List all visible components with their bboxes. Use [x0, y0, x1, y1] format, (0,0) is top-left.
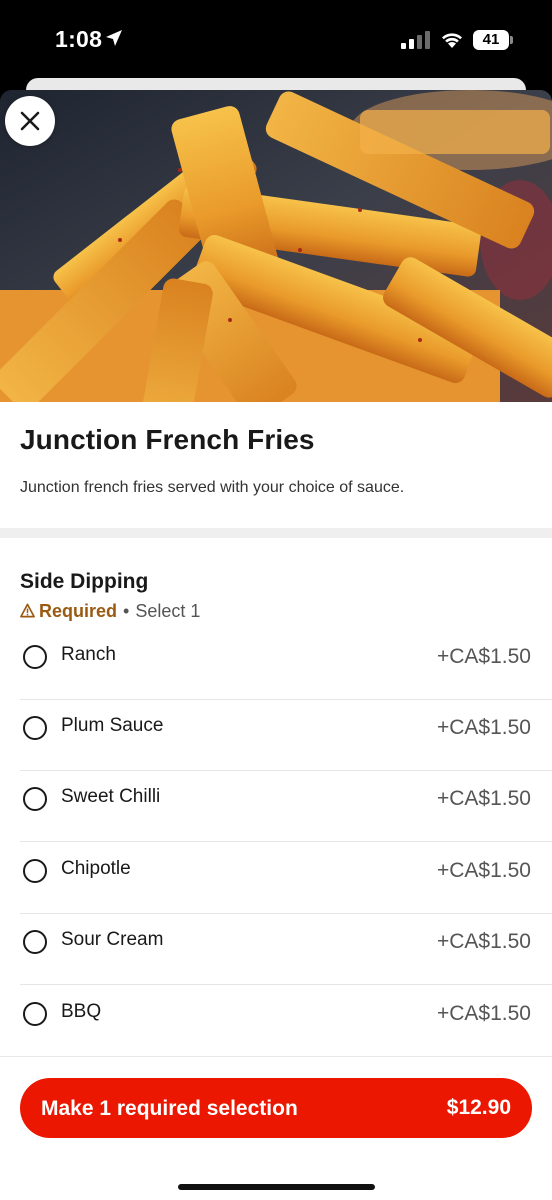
required-badge: Required — [39, 601, 118, 621]
option-row-ranch[interactable]: Ranch +CA$1.50 — [0, 629, 552, 700]
footer-bar: Make 1 required selection $12.90 — [0, 1056, 552, 1200]
row-divider — [20, 841, 552, 842]
cta-label: Make 1 required selection — [41, 1097, 298, 1120]
option-price: +CA$1.50 — [437, 716, 531, 739]
section-divider — [0, 528, 552, 538]
home-indicator[interactable] — [178, 1184, 375, 1190]
option-group-meta: Required • Select 1 — [20, 601, 200, 622]
add-to-cart-button[interactable]: Make 1 required selection $12.90 — [20, 1078, 532, 1138]
radio-button[interactable] — [23, 930, 47, 954]
option-label: BBQ — [61, 1001, 102, 1022]
item-title: Junction French Fries — [20, 424, 315, 455]
status-bar: 1:08 41 — [0, 0, 552, 80]
option-label: Chipotle — [61, 858, 131, 879]
wifi-icon — [442, 33, 462, 48]
radio-button[interactable] — [23, 716, 47, 740]
warning-icon — [20, 603, 35, 618]
option-price: +CA$1.50 — [437, 787, 531, 810]
radio-button[interactable] — [23, 645, 47, 669]
option-row-bbq[interactable]: BBQ +CA$1.50 — [0, 986, 552, 1057]
item-photo — [0, 90, 552, 402]
option-price: +CA$1.50 — [437, 1002, 531, 1025]
cellular-signal-icon — [401, 31, 430, 49]
close-button[interactable] — [5, 96, 55, 146]
option-row-sweet-chilli[interactable]: Sweet Chilli +CA$1.50 — [0, 771, 552, 842]
option-label: Sour Cream — [61, 929, 164, 950]
select-hint: Select 1 — [135, 601, 201, 621]
option-row-chipotle[interactable]: Chipotle +CA$1.50 — [0, 843, 552, 914]
option-price: +CA$1.50 — [437, 930, 531, 953]
option-group-title: Side Dipping — [20, 570, 149, 593]
meta-separator: • — [123, 601, 130, 621]
battery-level: 41 — [482, 31, 500, 48]
location-arrow-icon — [106, 30, 122, 46]
radio-button[interactable] — [23, 1002, 47, 1026]
status-time: 1:08 — [55, 26, 103, 52]
option-label: Sweet Chilli — [61, 786, 161, 807]
battery-indicator: 41 — [473, 30, 513, 50]
radio-button[interactable] — [23, 787, 47, 811]
cta-price: $12.90 — [446, 1096, 511, 1119]
close-icon — [20, 111, 40, 131]
option-label: Ranch — [61, 644, 116, 665]
option-price: +CA$1.50 — [437, 645, 531, 668]
row-divider — [20, 984, 552, 985]
option-row-plum-sauce[interactable]: Plum Sauce +CA$1.50 — [0, 700, 552, 771]
item-description: Junction french fries served with your c… — [20, 479, 405, 496]
option-price: +CA$1.50 — [437, 859, 531, 882]
option-label: Plum Sauce — [61, 715, 164, 736]
option-row-sour-cream[interactable]: Sour Cream +CA$1.50 — [0, 914, 552, 985]
radio-button[interactable] — [23, 859, 47, 883]
